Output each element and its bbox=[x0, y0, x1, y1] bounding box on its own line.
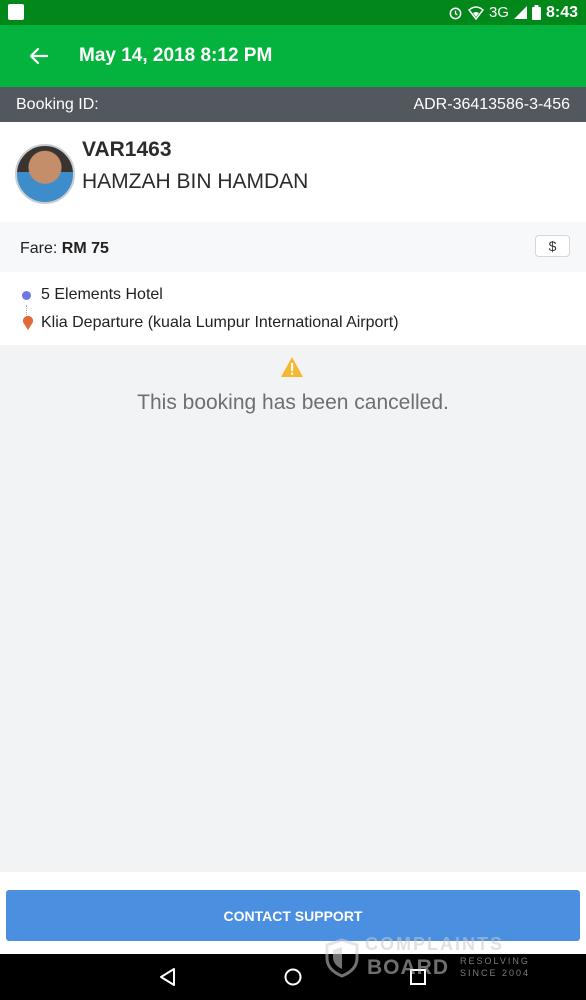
clock: 8:43 bbox=[545, 3, 578, 21]
page-title: May 14, 2018 8:12 PM bbox=[79, 45, 273, 66]
booking-id-bar: Booking ID: ADR-36413586-3-456 bbox=[0, 87, 586, 122]
watermark-line1: COMPLAINTS bbox=[365, 934, 504, 954]
booking-id-label: Booking ID: bbox=[16, 96, 99, 113]
arrow-left-icon bbox=[30, 48, 48, 64]
pickup-row: 5 Elements Hotel bbox=[22, 286, 163, 304]
watermark: COMPLAINTS BOARD RESOLVING SINCE 2004 bbox=[325, 934, 545, 982]
dollar-icon: $ bbox=[548, 238, 557, 254]
vehicle-plate: VAR1463 bbox=[82, 138, 172, 161]
dropoff-row: Klia Departure (kuala Lumpur Internation… bbox=[22, 314, 399, 332]
dropoff-location: Klia Departure (kuala Lumpur Internation… bbox=[41, 314, 399, 331]
alarm-icon bbox=[449, 7, 462, 20]
network-type: 3G bbox=[488, 4, 509, 21]
status-icons: 3G 8:43 bbox=[448, 2, 578, 23]
fare-details-button[interactable]: $ bbox=[535, 235, 570, 257]
pickup-location: 5 Elements Hotel bbox=[41, 286, 163, 303]
app-bar: May 14, 2018 8:12 PM bbox=[0, 25, 586, 87]
nav-home-icon[interactable] bbox=[282, 966, 304, 988]
signal-icon bbox=[513, 6, 527, 19]
battery-icon bbox=[531, 5, 541, 20]
driver-card: VAR1463 HAMZAH BIN HAMDAN bbox=[0, 122, 586, 222]
fare-row: Fare: RM 75 $ bbox=[0, 222, 586, 272]
notification-icon bbox=[8, 4, 24, 20]
cancellation-message: This booking has been cancelled. bbox=[137, 391, 449, 414]
pickup-dot-icon bbox=[22, 290, 31, 300]
shield-logo-icon bbox=[325, 938, 359, 978]
warning-icon bbox=[281, 357, 303, 377]
location-pin-icon bbox=[22, 316, 34, 330]
back-button[interactable] bbox=[24, 42, 54, 70]
fare-amount: RM 75 bbox=[61, 240, 109, 257]
watermark-line2: BOARD bbox=[367, 956, 449, 979]
driver-avatar bbox=[15, 144, 75, 204]
booking-id-value: ADR-36413586-3-456 bbox=[413, 96, 570, 113]
cancelled-section: This booking has been cancelled. bbox=[0, 345, 586, 872]
fare-label: Fare: bbox=[20, 240, 58, 257]
status-bar: 3G 8:43 bbox=[0, 0, 586, 25]
wifi-icon bbox=[467, 5, 484, 20]
route-card: 5 Elements Hotel Klia Departure (kuala L… bbox=[0, 272, 586, 345]
watermark-tag2: SINCE 2004 bbox=[460, 968, 531, 978]
nav-back-icon[interactable] bbox=[157, 966, 179, 988]
driver-name: HAMZAH BIN HAMDAN bbox=[82, 170, 309, 193]
watermark-tag1: RESOLVING bbox=[460, 956, 530, 966]
fare-text: Fare: RM 75 bbox=[20, 240, 109, 258]
